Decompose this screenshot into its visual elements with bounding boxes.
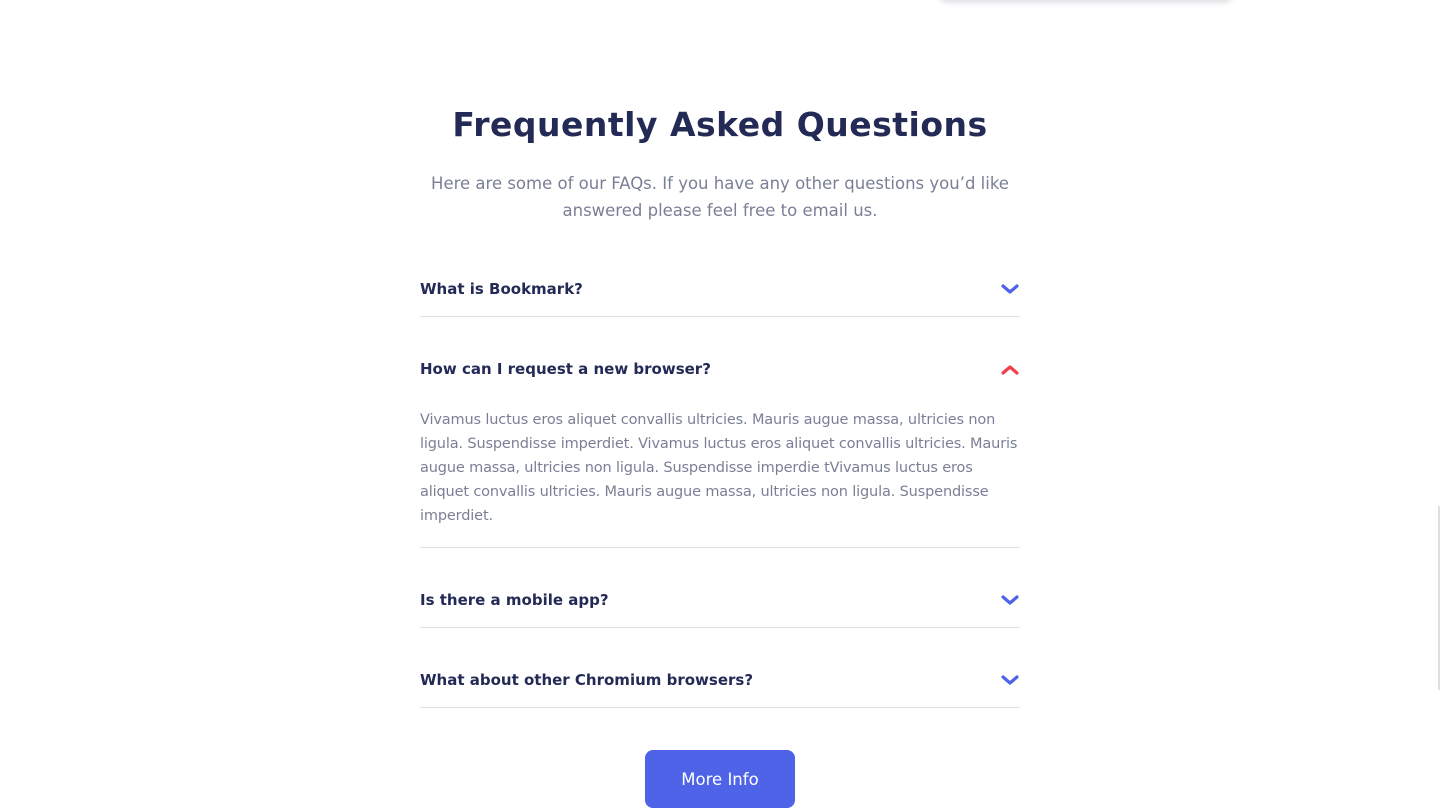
faq-question-toggle[interactable]: What is Bookmark? xyxy=(420,262,1020,316)
faq-question-toggle[interactable]: What about other Chromium browsers? xyxy=(420,653,1020,707)
chevron-down-icon[interactable] xyxy=(1000,592,1020,608)
faq-title: Frequently Asked Questions xyxy=(452,105,988,144)
faq-item: Is there a mobile app? xyxy=(420,573,1020,628)
faq-page: Frequently Asked Questions Here are some… xyxy=(0,0,1440,812)
faq-item: How can I request a new browser? Vivamus… xyxy=(420,342,1020,548)
more-info-button[interactable]: More Info xyxy=(645,750,795,808)
faq-question: What about other Chromium browsers? xyxy=(420,671,754,689)
faq-subtitle: Here are some of our FAQs. If you have a… xyxy=(431,174,1009,220)
faq-question: What is Bookmark? xyxy=(420,280,583,298)
faq-accordion: What is Bookmark? How can I request a ne… xyxy=(420,262,1020,708)
faq-item: What about other Chromium browsers? xyxy=(420,653,1020,708)
faq-question-toggle[interactable]: How can I request a new browser? xyxy=(420,342,1020,396)
chevron-down-icon[interactable] xyxy=(1000,281,1020,297)
faq-answer: Vivamus luctus eros aliquet convallis ul… xyxy=(420,412,1018,524)
faq-question: How can I request a new browser? xyxy=(420,360,711,378)
chevron-down-icon[interactable] xyxy=(1000,672,1020,688)
faq-question-toggle[interactable]: Is there a mobile app? xyxy=(420,573,1020,627)
faq-item: What is Bookmark? xyxy=(420,262,1020,317)
faq-question: Is there a mobile app? xyxy=(420,591,609,609)
chevron-up-icon[interactable] xyxy=(1000,361,1020,377)
